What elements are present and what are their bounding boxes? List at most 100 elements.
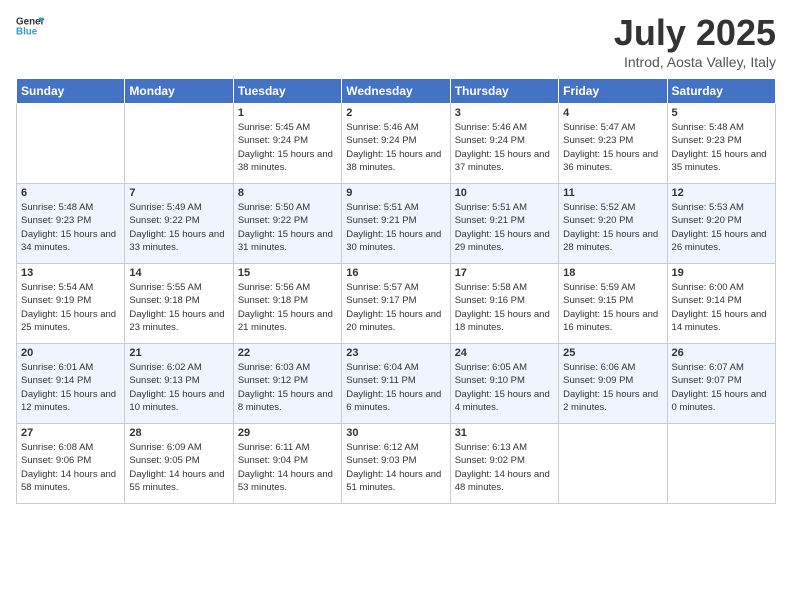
day-number: 4 bbox=[563, 107, 662, 119]
cell-info: Sunrise: 6:06 AMSunset: 9:09 PMDaylight:… bbox=[563, 361, 662, 414]
cell-info: Sunrise: 5:46 AMSunset: 9:24 PMDaylight:… bbox=[455, 121, 554, 174]
table-row: 31Sunrise: 6:13 AMSunset: 9:02 PMDayligh… bbox=[450, 424, 558, 504]
day-number: 7 bbox=[129, 187, 228, 199]
cell-info: Sunrise: 5:54 AMSunset: 9:19 PMDaylight:… bbox=[21, 281, 120, 334]
day-number: 29 bbox=[238, 427, 337, 439]
cell-info: Sunrise: 6:03 AMSunset: 9:12 PMDaylight:… bbox=[238, 361, 337, 414]
day-number: 12 bbox=[672, 187, 771, 199]
day-number: 2 bbox=[346, 107, 445, 119]
table-row: 2 Sunrise: 5:46 AMSunset: 9:24 PMDaylight… bbox=[342, 104, 450, 184]
table-row: 24 Sunrise: 6:05 AMSunset: 9:10 PMDayligh… bbox=[450, 344, 558, 424]
day-number: 25 bbox=[563, 347, 662, 359]
cell-info: Sunrise: 5:53 AMSunset: 9:20 PMDaylight:… bbox=[672, 201, 771, 254]
table-row: 3 Sunrise: 5:46 AMSunset: 9:24 PMDaylight… bbox=[450, 104, 558, 184]
day-number: 18 bbox=[563, 267, 662, 279]
table-row bbox=[667, 424, 775, 504]
table-row: 8 Sunrise: 5:50 AMSunset: 9:22 PMDaylight… bbox=[233, 184, 341, 264]
day-number: 19 bbox=[672, 267, 771, 279]
table-row: 13 Sunrise: 5:54 AMSunset: 9:19 PMDayligh… bbox=[17, 264, 125, 344]
day-number: 3 bbox=[455, 107, 554, 119]
cell-info: Sunrise: 5:51 AMSunset: 9:21 PMDaylight:… bbox=[346, 201, 445, 254]
table-row: 15Sunrise: 5:56 AMSunset: 9:18 PMDayligh… bbox=[233, 264, 341, 344]
col-friday: Friday bbox=[559, 79, 667, 104]
cell-info: Sunrise: 6:04 AMSunset: 9:11 PMDaylight:… bbox=[346, 361, 445, 414]
svg-text:Blue: Blue bbox=[16, 26, 38, 37]
cell-info: Sunrise: 6:02 AMSunset: 9:13 PMDaylight:… bbox=[129, 361, 228, 414]
cell-info: Sunrise: 6:01 AMSunset: 9:14 PMDaylight:… bbox=[21, 361, 120, 414]
cell-info: Sunrise: 5:45 AMSunset: 9:24 PMDaylight:… bbox=[238, 121, 337, 174]
cell-info: Sunrise: 6:05 AMSunset: 9:10 PMDaylight:… bbox=[455, 361, 554, 414]
day-number: 5 bbox=[672, 107, 771, 119]
day-number: 28 bbox=[129, 427, 228, 439]
cell-info: Sunrise: 5:51 AMSunset: 9:21 PMDaylight:… bbox=[455, 201, 554, 254]
table-row: 28 Sunrise: 6:09 AMSunset: 9:05 PMDayligh… bbox=[125, 424, 233, 504]
table-row: 18 Sunrise: 5:59 AMSunset: 9:15 PMDayligh… bbox=[559, 264, 667, 344]
col-saturday: Saturday bbox=[667, 79, 775, 104]
day-number: 26 bbox=[672, 347, 771, 359]
day-number: 24 bbox=[455, 347, 554, 359]
day-number: 9 bbox=[346, 187, 445, 199]
cell-info: Sunrise: 6:00 AMSunset: 9:14 PMDaylight:… bbox=[672, 281, 771, 334]
cell-info: Sunrise: 5:56 AMSunset: 9:18 PMDaylight:… bbox=[238, 281, 337, 334]
cell-info: Sunrise: 5:55 AMSunset: 9:18 PMDaylight:… bbox=[129, 281, 228, 334]
table-row: 16 Sunrise: 5:57 AMSunset: 9:17 PMDayligh… bbox=[342, 264, 450, 344]
cell-info: Sunrise: 5:58 AMSunset: 9:16 PMDaylight:… bbox=[455, 281, 554, 334]
month-title: July 2025 bbox=[614, 12, 776, 54]
day-number: 6 bbox=[21, 187, 120, 199]
day-number: 16 bbox=[346, 267, 445, 279]
table-row: 23 Sunrise: 6:04 AMSunset: 9:11 PMDayligh… bbox=[342, 344, 450, 424]
day-number: 22 bbox=[238, 347, 337, 359]
day-number: 23 bbox=[346, 347, 445, 359]
cell-info: Sunrise: 6:13 AMSunset: 9:02 PMDaylight:… bbox=[455, 441, 554, 494]
table-row: 7 Sunrise: 5:49 AMSunset: 9:22 PMDaylight… bbox=[125, 184, 233, 264]
cell-info: Sunrise: 5:46 AMSunset: 9:24 PMDaylight:… bbox=[346, 121, 445, 174]
col-thursday: Thursday bbox=[450, 79, 558, 104]
table-row: 27Sunrise: 6:08 AMSunset: 9:06 PMDayligh… bbox=[17, 424, 125, 504]
table-row: 6 Sunrise: 5:48 AMSunset: 9:23 PMDaylight… bbox=[17, 184, 125, 264]
location: Introd, Aosta Valley, Italy bbox=[614, 54, 776, 70]
table-row bbox=[125, 104, 233, 184]
col-sunday: Sunday bbox=[17, 79, 125, 104]
page: General Blue July 2025 Introd, Aosta Val… bbox=[0, 0, 792, 612]
day-number: 27 bbox=[21, 427, 120, 439]
table-row bbox=[559, 424, 667, 504]
header: General Blue July 2025 Introd, Aosta Val… bbox=[16, 12, 776, 70]
logo: General Blue bbox=[16, 12, 44, 40]
day-number: 14 bbox=[129, 267, 228, 279]
table-row: 1Sunrise: 5:45 AMSunset: 9:24 PMDaylight… bbox=[233, 104, 341, 184]
cell-info: Sunrise: 5:47 AMSunset: 9:23 PMDaylight:… bbox=[563, 121, 662, 174]
day-number: 11 bbox=[563, 187, 662, 199]
col-tuesday: Tuesday bbox=[233, 79, 341, 104]
cell-info: Sunrise: 5:49 AMSunset: 9:22 PMDaylight:… bbox=[129, 201, 228, 254]
day-number: 21 bbox=[129, 347, 228, 359]
table-row: 5Sunrise: 5:48 AMSunset: 9:23 PMDaylight… bbox=[667, 104, 775, 184]
table-row: 25 Sunrise: 6:06 AMSunset: 9:09 PMDayligh… bbox=[559, 344, 667, 424]
table-row: 19 Sunrise: 6:00 AMSunset: 9:14 PMDayligh… bbox=[667, 264, 775, 344]
title-block: July 2025 Introd, Aosta Valley, Italy bbox=[614, 12, 776, 70]
day-number: 17 bbox=[455, 267, 554, 279]
day-number: 20 bbox=[21, 347, 120, 359]
table-row: 20 Sunrise: 6:01 AMSunset: 9:14 PMDayligh… bbox=[17, 344, 125, 424]
table-row: 26Sunrise: 6:07 AMSunset: 9:07 PMDayligh… bbox=[667, 344, 775, 424]
table-row: 11Sunrise: 5:52 AMSunset: 9:20 PMDayligh… bbox=[559, 184, 667, 264]
cell-info: Sunrise: 5:50 AMSunset: 9:22 PMDaylight:… bbox=[238, 201, 337, 254]
day-number: 8 bbox=[238, 187, 337, 199]
table-row: 22 Sunrise: 6:03 AMSunset: 9:12 PMDayligh… bbox=[233, 344, 341, 424]
logo-icon: General Blue bbox=[16, 12, 44, 40]
table-row: 21 Sunrise: 6:02 AMSunset: 9:13 PMDayligh… bbox=[125, 344, 233, 424]
cell-info: Sunrise: 5:48 AMSunset: 9:23 PMDaylight:… bbox=[21, 201, 120, 254]
day-number: 13 bbox=[21, 267, 120, 279]
table-row: 10Sunrise: 5:51 AMSunset: 9:21 PMDayligh… bbox=[450, 184, 558, 264]
table-row: 14 Sunrise: 5:55 AMSunset: 9:18 PMDayligh… bbox=[125, 264, 233, 344]
cell-info: Sunrise: 6:11 AMSunset: 9:04 PMDaylight:… bbox=[238, 441, 337, 494]
cell-info: Sunrise: 6:09 AMSunset: 9:05 PMDaylight:… bbox=[129, 441, 228, 494]
table-row bbox=[17, 104, 125, 184]
cell-info: Sunrise: 5:57 AMSunset: 9:17 PMDaylight:… bbox=[346, 281, 445, 334]
table-row: 12 Sunrise: 5:53 AMSunset: 9:20 PMDayligh… bbox=[667, 184, 775, 264]
cell-info: Sunrise: 5:59 AMSunset: 9:15 PMDaylight:… bbox=[563, 281, 662, 334]
table-row: 29 Sunrise: 6:11 AMSunset: 9:04 PMDayligh… bbox=[233, 424, 341, 504]
calendar-table: Sunday Monday Tuesday Wednesday Thursday… bbox=[16, 78, 776, 504]
table-row: 17 Sunrise: 5:58 AMSunset: 9:16 PMDayligh… bbox=[450, 264, 558, 344]
table-row: 4 Sunrise: 5:47 AMSunset: 9:23 PMDaylight… bbox=[559, 104, 667, 184]
col-wednesday: Wednesday bbox=[342, 79, 450, 104]
